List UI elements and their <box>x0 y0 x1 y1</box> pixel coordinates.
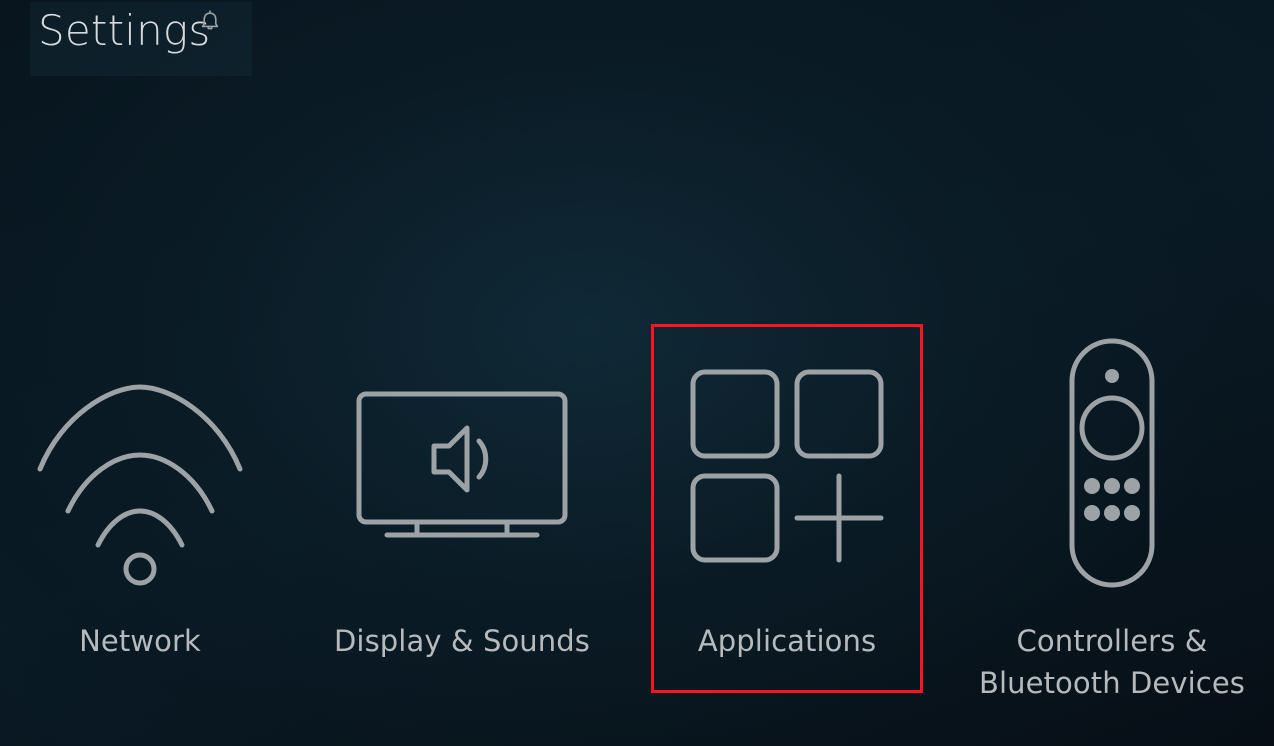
app-square-2 <box>794 369 884 459</box>
label-line-1: Display & Sounds <box>334 624 590 658</box>
label-line-1: Network <box>79 624 201 658</box>
app-square-3 <box>690 473 780 563</box>
settings-tile-label-network: Network <box>0 620 280 662</box>
settings-tile-display-and-sounds[interactable]: Display & Sounds <box>322 318 602 708</box>
settings-screen: Settings Network Display & Sounds Applic… <box>0 0 1274 746</box>
settings-tile-applications[interactable]: Applications <box>647 318 927 708</box>
app-grid-plus-icon <box>647 318 927 608</box>
app-square-1 <box>690 369 780 459</box>
tv-speaker-icon <box>322 318 602 608</box>
settings-tile-row: Network Display & Sounds Applications Co… <box>0 318 1274 718</box>
label-line-1: Controllers & <box>1016 624 1208 658</box>
settings-tile-label-applications: Applications <box>647 620 927 662</box>
remote-control-icon <box>972 318 1252 608</box>
settings-tile-label-controllers-and-bluetooth-devices: Controllers & Bluetooth Devices <box>972 620 1252 704</box>
settings-tile-controllers-and-bluetooth-devices[interactable]: Controllers & Bluetooth Devices <box>972 318 1252 708</box>
remote-navigation-ring <box>1079 395 1145 461</box>
label-line-2: Bluetooth Devices <box>979 666 1245 700</box>
page-title: Settings <box>38 6 211 55</box>
remote-power-button <box>1105 369 1119 383</box>
settings-tile-network[interactable]: Network <box>0 318 280 708</box>
settings-tile-label-display-and-sounds: Display & Sounds <box>322 620 602 662</box>
label-line-1: Applications <box>697 624 877 658</box>
bell-icon[interactable] <box>197 8 223 36</box>
wifi-icon <box>0 318 280 608</box>
